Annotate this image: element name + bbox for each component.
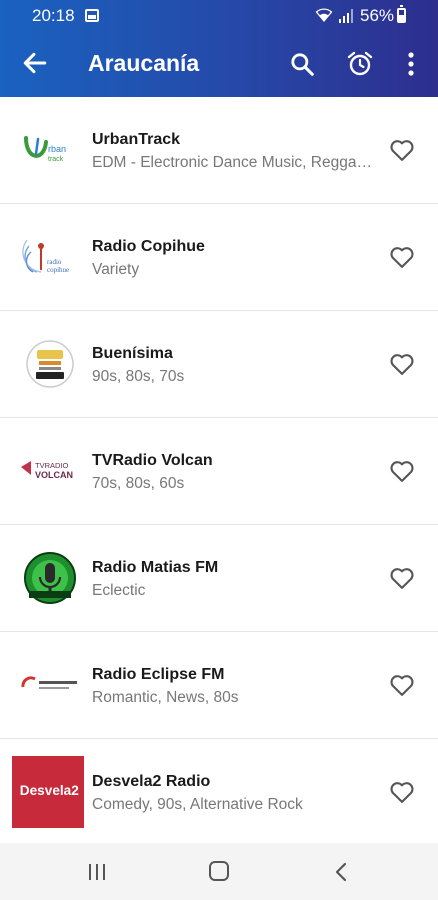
station-name: Radio Copihue — [92, 238, 205, 255]
battery-icon — [397, 5, 406, 23]
nav-back-icon[interactable] — [334, 862, 348, 882]
station-genre: Eclectic — [92, 582, 146, 599]
urbantrack-logo: rban track — [14, 114, 86, 186]
status-bar: 20:18 56% — [0, 0, 438, 32]
station-genre: 90s, 80s, 70s — [92, 368, 185, 385]
tvradio-volcan-logo: TVRADIO VOLCAN — [14, 435, 86, 507]
status-time: 20:18 — [32, 6, 75, 25]
heart-outline-icon[interactable] — [388, 457, 416, 485]
wifi-icon — [315, 8, 333, 23]
recent-apps-icon[interactable] — [87, 862, 107, 882]
logo-text: Desvela2 — [20, 783, 79, 798]
station-row-tvradio-volcan[interactable]: TVRADIO VOLCAN TVRadio Volcan 70s, 80s, … — [0, 418, 438, 525]
svg-text:copihue: copihue — [47, 266, 69, 274]
system-nav-bar — [0, 843, 438, 900]
image-notification-icon — [85, 9, 99, 22]
svg-text:rban: rban — [48, 144, 66, 154]
station-genre: 70s, 80s, 60s — [92, 475, 185, 492]
station-genre: EDM - Electronic Dance Music, Reggaeton — [92, 154, 372, 171]
arrow-left-icon[interactable] — [22, 50, 48, 76]
station-name: Radio Matias FM — [92, 559, 219, 576]
top-app-bar: 20:18 56% Araucanía — [0, 0, 438, 97]
app-bar: Araucanía — [0, 32, 438, 97]
station-row-buenisima[interactable]: Buenísima 90s, 80s, 70s — [0, 311, 438, 418]
station-genre: Variety — [92, 261, 140, 278]
heart-outline-icon[interactable] — [388, 243, 416, 271]
station-genre: Comedy, 90s, Alternative Rock — [92, 796, 303, 813]
battery-percent: 56% — [360, 6, 395, 25]
radio-matias-fm-logo — [14, 542, 86, 614]
heart-outline-icon[interactable] — [388, 671, 416, 699]
station-row-desvela2-radio[interactable]: Desvela2 Desvela2 Radio Comedy, 90s, Alt… — [0, 739, 438, 843]
heart-outline-icon[interactable] — [388, 136, 416, 164]
svg-text:track: track — [48, 156, 64, 163]
more-vert-icon[interactable] — [402, 51, 420, 77]
station-name: Buenísima — [92, 345, 173, 362]
station-genre: Romantic, News, 80s — [92, 689, 239, 706]
station-list: rban track UrbanTrack EDM - Electronic D… — [0, 97, 438, 843]
buenisima-logo — [14, 328, 86, 400]
station-name: UrbanTrack — [92, 131, 181, 148]
heart-outline-icon[interactable] — [388, 350, 416, 378]
station-name: TVRadio Volcan — [92, 452, 213, 469]
heart-outline-icon[interactable] — [388, 564, 416, 592]
station-row-radio-eclipse-fm[interactable]: Radio Eclipse FM Romantic, News, 80s — [0, 632, 438, 739]
station-name: Radio Eclipse FM — [92, 666, 225, 683]
page-title: Araucanía — [88, 50, 200, 76]
signal-icon — [339, 9, 353, 23]
station-row-radio-matias-fm[interactable]: Radio Matias FM Eclectic — [0, 525, 438, 632]
svg-text:radio: radio — [47, 258, 62, 266]
station-row-urbantrack[interactable]: rban track UrbanTrack EDM - Electronic D… — [0, 97, 438, 204]
alarm-clock-icon[interactable] — [346, 50, 374, 78]
logo-text: VOLCAN — [35, 470, 73, 480]
desvela2-radio-logo: Desvela2 — [12, 756, 84, 828]
home-icon[interactable] — [209, 861, 229, 881]
search-icon[interactable] — [289, 51, 315, 77]
heart-outline-icon[interactable] — [388, 778, 416, 806]
radio-copihue-logo: radio copihue — [14, 221, 86, 293]
radio-eclipse-fm-logo — [14, 649, 86, 721]
station-row-radio-copihue[interactable]: radio copihue Radio Copihue Variety — [0, 204, 438, 311]
logo-text: TVRADIO — [35, 461, 69, 470]
station-name: Desvela2 Radio — [92, 773, 211, 790]
